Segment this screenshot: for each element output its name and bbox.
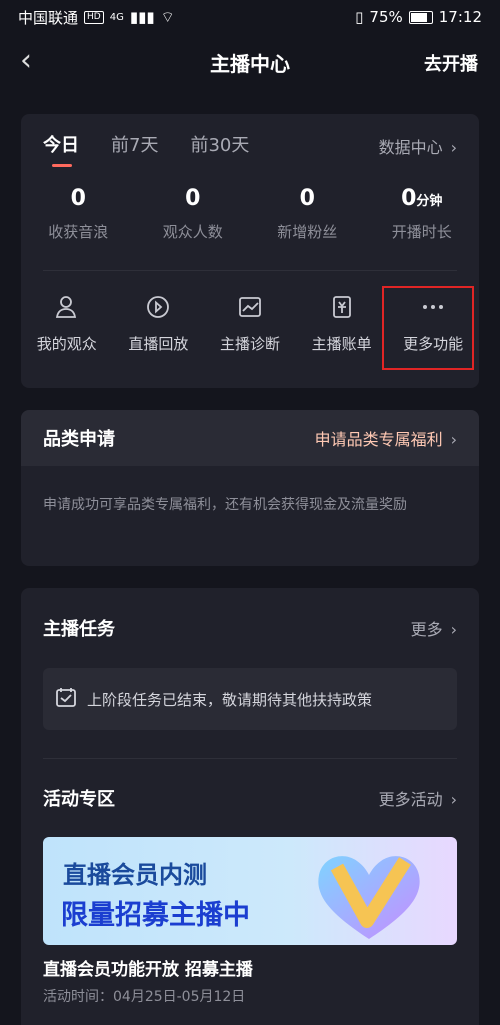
- back-icon[interactable]: ‹: [20, 46, 32, 76]
- highlight-box: [382, 286, 474, 370]
- tool-label: 我的观众: [36, 335, 97, 353]
- stat-sound-waves: 0 收获音浪: [21, 186, 136, 270]
- chart-icon: [204, 289, 296, 325]
- tasks-card: 主播任务 更多 › 上阶段任务已结束，敬请期待其他扶持政策 活动专区 更多活动 › …: [21, 588, 479, 1025]
- battery-percent: 75%: [369, 8, 403, 26]
- chevron-right-icon: ›: [450, 430, 457, 449]
- hd-icon: HD: [84, 10, 104, 24]
- stat-new-fans: 0 新增粉丝: [250, 186, 365, 270]
- stat-label: 观众人数: [162, 223, 223, 241]
- category-card: 品类申请 申请品类专属福利 › 申请成功可享品类专属福利，还有机会获得现金及流量奖…: [21, 410, 479, 566]
- stat-label: 开播时长: [391, 223, 452, 241]
- header: ‹ 主播中心 去开播: [0, 34, 500, 90]
- section-title: 活动专区: [43, 789, 115, 810]
- stat-live-duration: 0分钟 开播时长: [365, 186, 480, 270]
- chevron-right-icon: ›: [450, 790, 457, 809]
- replay-icon: [113, 289, 205, 325]
- chevron-right-icon: ›: [450, 138, 457, 157]
- tab-today[interactable]: 今日: [43, 131, 79, 167]
- link-label: 申请品类专属福利: [314, 430, 443, 449]
- activity-banner[interactable]: 直播会员内测 限量招募主播中: [43, 837, 457, 945]
- banner-line-2: 限量招募主播中: [61, 900, 250, 931]
- network-label: 4G: [109, 11, 124, 23]
- stats-card: 今日 前7天 前30天 数据中心 › 0 收获音浪 0 观众人数 0 新增粉丝 0…: [21, 114, 479, 388]
- stat-number: 0: [401, 186, 417, 211]
- banner-line-1: 直播会员内测: [63, 861, 207, 889]
- user-icon: [21, 289, 113, 325]
- stat-label: 新增粉丝: [277, 223, 338, 241]
- tab-7-days[interactable]: 前7天: [111, 131, 158, 157]
- tool-anchor-bill[interactable]: 主播账单: [296, 289, 388, 354]
- section-title: 品类申请: [43, 429, 115, 450]
- bill-icon: [296, 289, 388, 325]
- status-bar: 中国联通 HD 4G ▮▮▮ ⌔ ▯ 75% 17:12: [0, 0, 500, 34]
- activity-item-time: 活动时间：04月25日-05月12日: [43, 989, 246, 1005]
- calendar-check-icon: [55, 686, 77, 712]
- wifi-icon: ⌔: [160, 7, 175, 26]
- carrier-label: 中国联通: [18, 8, 79, 27]
- section-title: 主播任务: [43, 619, 115, 640]
- tool-label: 主播账单: [311, 335, 372, 353]
- stat-value: 0: [299, 186, 315, 211]
- go-live-button[interactable]: 去开播: [424, 50, 478, 76]
- activity-item-title[interactable]: 直播会员功能开放 招募主播: [21, 945, 479, 980]
- stat-viewers: 0 观众人数: [136, 186, 251, 270]
- stat-value: 0: [70, 186, 86, 211]
- battery-icon: [408, 10, 433, 24]
- vibrate-icon: ▯: [355, 8, 364, 26]
- stat-value: 0分钟: [365, 186, 480, 211]
- data-center-link[interactable]: 数据中心 ›: [379, 134, 457, 158]
- tool-live-replay[interactable]: 直播回放: [113, 289, 205, 354]
- tool-label: 直播回放: [128, 335, 189, 353]
- signal-icon: ▮▮▮: [129, 8, 155, 26]
- heart-v-logo-icon: [318, 856, 420, 939]
- more-activities-link[interactable]: 更多活动 ›: [379, 786, 457, 810]
- link-label: 更多活动: [378, 790, 443, 809]
- stat-label: 收获音浪: [48, 223, 109, 241]
- stat-value: 0: [185, 186, 201, 211]
- clock: 17:12: [438, 8, 482, 26]
- tool-my-audience[interactable]: 我的观众: [21, 289, 113, 354]
- tab-30-days[interactable]: 前30天: [190, 131, 249, 157]
- task-notice: 上阶段任务已结束，敬请期待其他扶持政策: [43, 668, 457, 730]
- category-description: 申请成功可享品类专属福利，还有机会获得现金及流量奖励: [43, 497, 407, 513]
- category-benefit-link[interactable]: 申请品类专属福利 ›: [315, 426, 457, 450]
- tool-label: 主播诊断: [219, 335, 280, 353]
- task-notice-text: 上阶段任务已结束，敬请期待其他扶持政策: [87, 690, 373, 709]
- tool-anchor-diagnosis[interactable]: 主播诊断: [204, 289, 296, 354]
- tasks-more-link[interactable]: 更多 ›: [411, 616, 457, 640]
- data-center-label: 数据中心: [378, 138, 443, 157]
- chevron-right-icon: ›: [450, 620, 457, 639]
- link-label: 更多: [410, 620, 443, 639]
- stat-unit: 分钟: [416, 194, 443, 209]
- page-title: 主播中心: [210, 51, 290, 76]
